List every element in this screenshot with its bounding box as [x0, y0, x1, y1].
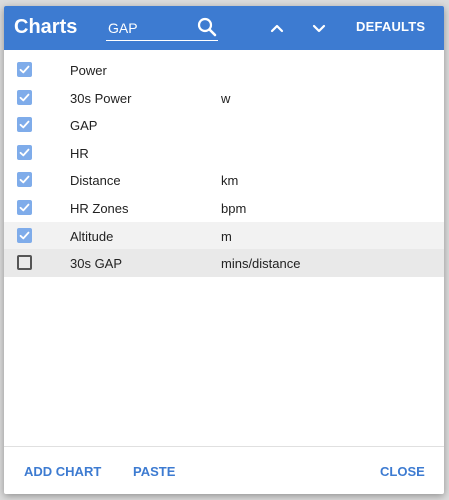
- list-item[interactable]: Altitude m: [4, 221, 444, 250]
- footer-divider: [4, 446, 444, 447]
- dialog-header: Charts DEFAULTS: [4, 6, 444, 50]
- list-item[interactable]: 30s GAP mins/distance: [4, 249, 444, 277]
- row-unit: w: [221, 90, 231, 106]
- row-name: HR Zones: [70, 200, 129, 216]
- list-item[interactable]: 30s Power w: [4, 84, 444, 112]
- checkbox[interactable]: [17, 227, 32, 243]
- row-name: GAP: [70, 118, 98, 134]
- checkbox[interactable]: [17, 62, 32, 77]
- paste-button[interactable]: PASTE: [133, 464, 175, 479]
- close-button[interactable]: CLOSE: [380, 464, 425, 479]
- dialog-title: Charts: [14, 16, 78, 38]
- checkbox[interactable]: [17, 117, 32, 133]
- search-icon[interactable]: [196, 16, 218, 38]
- row-name: Distance: [70, 173, 121, 189]
- row-name: HR: [70, 145, 89, 161]
- checkbox[interactable]: [17, 255, 32, 271]
- row-unit: bpm: [221, 200, 247, 216]
- checkbox[interactable]: [17, 172, 32, 188]
- charts-dialog: Charts DEFAULTS Power: [4, 6, 444, 494]
- chevron-down-icon[interactable]: [309, 18, 329, 38]
- chevron-up-icon[interactable]: [267, 18, 287, 38]
- checkbox[interactable]: [17, 199, 32, 215]
- chart-list: Power 30s Power w GAP HR Distance km HR …: [4, 56, 444, 277]
- row-unit: m: [221, 228, 232, 244]
- row-name: 30s GAP: [70, 256, 123, 272]
- row-name: Altitude: [70, 228, 114, 244]
- row-unit: mins/distance: [221, 256, 301, 272]
- list-item[interactable]: GAP: [4, 111, 444, 139]
- list-item[interactable]: Power: [4, 56, 444, 84]
- checkbox[interactable]: [17, 89, 32, 105]
- defaults-button[interactable]: DEFAULTS: [356, 19, 425, 34]
- list-item[interactable]: HR Zones bpm: [4, 194, 444, 222]
- list-item[interactable]: HR: [4, 139, 444, 167]
- checkbox[interactable]: [17, 144, 32, 160]
- row-name: 30s Power: [70, 90, 132, 106]
- row-name: Power: [70, 63, 107, 78]
- row-unit: km: [221, 173, 239, 189]
- list-item[interactable]: Distance km: [4, 166, 444, 194]
- add-chart-button[interactable]: ADD CHART: [24, 464, 101, 479]
